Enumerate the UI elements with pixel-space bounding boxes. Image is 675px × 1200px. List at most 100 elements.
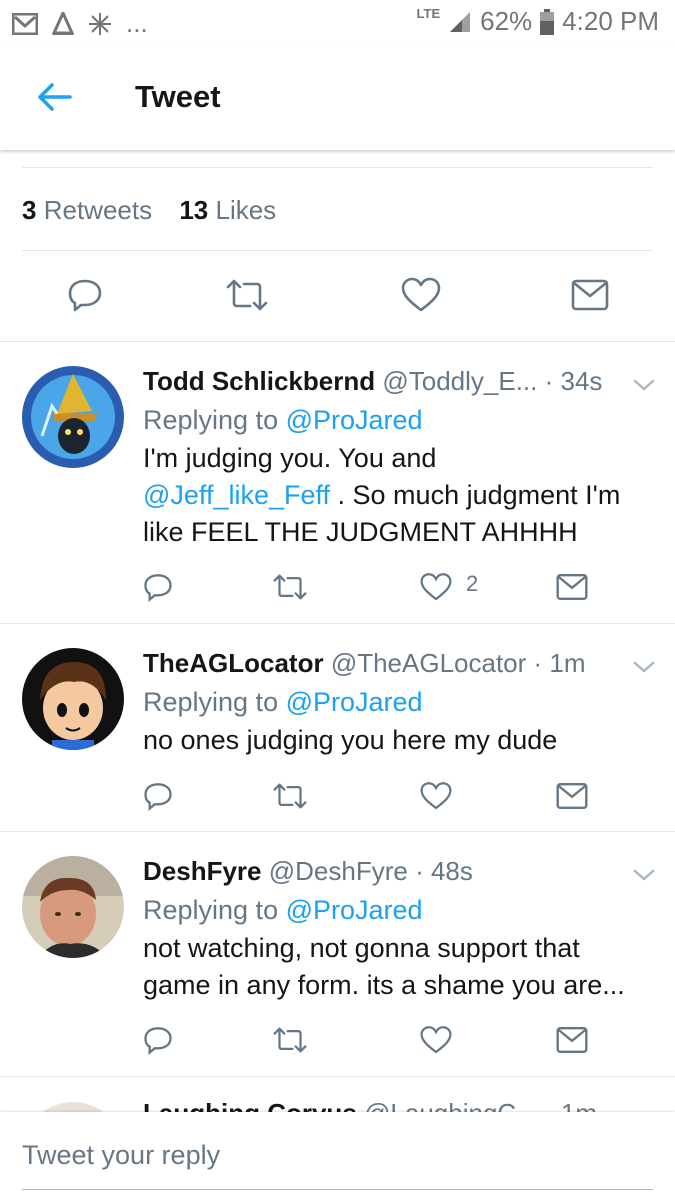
share-dm-button[interactable]	[565, 270, 615, 320]
arrow-left-icon	[38, 83, 72, 111]
status-bar: ... LTE 62% 4:20 PM	[0, 0, 675, 45]
retweets-label: Retweets	[43, 195, 153, 225]
page-title: Tweet	[135, 79, 221, 114]
envelope-icon	[556, 783, 588, 809]
tweet-text: no ones judging you here my dude	[143, 722, 653, 759]
reply-tweet[interactable]: Todd Schlickbernd @Toddly_E... · 34s Rep…	[0, 342, 675, 622]
vlc-icon	[52, 11, 74, 35]
replying-label: Replying to	[143, 895, 279, 925]
retweet-icon	[273, 783, 307, 809]
reply-button[interactable]	[143, 1020, 183, 1060]
author-handle: @LaughingC...	[364, 1098, 538, 1112]
likes-label: Likes	[215, 195, 277, 225]
heart-icon	[401, 277, 441, 312]
author-handle: @Toddly_E...	[382, 366, 538, 396]
replying-to-link[interactable]: @ProJared	[286, 895, 423, 925]
tweet-line: I'm judging you. You and	[143, 443, 437, 473]
tweet-actions: 2	[143, 567, 603, 607]
author-name[interactable]: Laughing Corvus	[143, 1098, 357, 1112]
avatar[interactable]	[22, 366, 124, 468]
replying-label: Replying to	[143, 687, 279, 717]
author-handle: @DeshFyre	[268, 856, 408, 886]
mention-link[interactable]: @Jeff_like_Feff	[143, 480, 330, 510]
reply-composer: Tweet your reply	[0, 1112, 675, 1200]
tweet-time: · 48s	[415, 856, 473, 886]
input-underline	[22, 1189, 653, 1190]
tweet-actions	[0, 270, 675, 330]
avatar[interactable]	[22, 648, 124, 750]
reply-icon	[144, 783, 172, 811]
clock: 4:20 PM	[562, 6, 659, 36]
avatar[interactable]	[22, 856, 124, 958]
replying-label: Replying to	[143, 405, 279, 435]
replying-to-link[interactable]: @ProJared	[286, 687, 423, 717]
tweet-actions	[143, 1020, 603, 1060]
like-button[interactable]	[396, 270, 446, 320]
tweet-line: like FEEL THE JUDGMENT AHHHH	[143, 517, 578, 547]
tweet-text: not watching, not gonna support that gam…	[143, 930, 653, 1004]
like-button[interactable]	[420, 567, 460, 607]
retweets-count: 3	[22, 195, 37, 225]
reply-icon	[144, 1027, 172, 1055]
reply-button[interactable]	[143, 567, 183, 607]
likes-count: 13	[179, 195, 209, 225]
retweet-button[interactable]	[273, 776, 313, 816]
tweet-line: game in any form. its a shame you are...	[143, 970, 625, 1000]
gmail-icon	[12, 12, 38, 35]
network-type: LTE	[416, 6, 441, 21]
avatar[interactable]	[22, 1102, 124, 1112]
retweets-stat[interactable]: 3 Retweets	[22, 195, 152, 225]
author-name[interactable]: DeshFyre	[143, 856, 262, 886]
retweet-icon	[273, 574, 307, 600]
envelope-icon	[571, 279, 609, 311]
likes-stat[interactable]: 13 Likes	[179, 195, 276, 225]
author-name[interactable]: Todd Schlickbernd	[143, 366, 375, 396]
reply-button[interactable]	[143, 776, 183, 816]
retweet-button[interactable]	[273, 567, 313, 607]
reply-button[interactable]	[60, 270, 110, 320]
envelope-icon	[556, 574, 588, 600]
share-dm-button[interactable]	[556, 567, 596, 607]
sparkle-icon	[89, 12, 111, 35]
notification-overflow: ...	[126, 8, 148, 38]
retweet-icon	[273, 1027, 307, 1053]
tweet-stats: 3 Retweets 13 Likes	[22, 195, 296, 226]
tweet-time: · 1m	[533, 648, 586, 678]
reply-icon	[144, 574, 172, 602]
like-button[interactable]	[420, 776, 460, 816]
tweet-line: not watching, not gonna support that	[143, 933, 580, 963]
retweet-icon	[226, 279, 268, 311]
heart-icon	[420, 1026, 452, 1054]
chevron-down-icon[interactable]	[630, 865, 658, 885]
reply-tweet-partial[interactable]: Laughing Corvus @LaughingC... · 1m	[0, 1078, 675, 1112]
envelope-icon	[556, 1027, 588, 1053]
tweet-actions	[143, 776, 603, 816]
replying-to-link[interactable]: @ProJared	[286, 405, 423, 435]
chevron-down-icon[interactable]	[630, 657, 658, 677]
like-button[interactable]	[420, 1020, 460, 1060]
author-handle: @TheAGLocator	[330, 648, 527, 678]
back-button[interactable]	[34, 77, 74, 117]
retweet-button[interactable]	[273, 1020, 313, 1060]
divider	[0, 1076, 675, 1077]
share-dm-button[interactable]	[556, 776, 596, 816]
heart-icon	[420, 573, 452, 601]
battery-percent: 62%	[480, 6, 533, 36]
reply-icon	[68, 279, 102, 312]
like-count: 2	[466, 571, 479, 596]
heart-icon	[420, 782, 452, 810]
divider	[22, 250, 653, 251]
signal-icon	[450, 11, 471, 32]
tweet-line: no ones judging you here my dude	[143, 725, 558, 755]
tweet-time: · 1m	[545, 1098, 597, 1112]
author-name[interactable]: TheAGLocator	[143, 648, 324, 678]
reply-tweet[interactable]: DeshFyre @DeshFyre · 48s Replying to @Pr…	[0, 832, 675, 1075]
chevron-down-icon[interactable]	[630, 375, 658, 395]
reply-input[interactable]: Tweet your reply	[22, 1140, 220, 1171]
battery-icon	[540, 8, 555, 35]
share-dm-button[interactable]	[556, 1020, 596, 1060]
tweet-text: I'm judging you. You and @Jeff_like_Feff…	[143, 440, 653, 551]
retweet-button[interactable]	[222, 270, 272, 320]
reply-tweet[interactable]: TheAGLocator @TheAGLocator · 1m Replying…	[0, 624, 675, 830]
app-bar: Tweet	[0, 45, 675, 150]
